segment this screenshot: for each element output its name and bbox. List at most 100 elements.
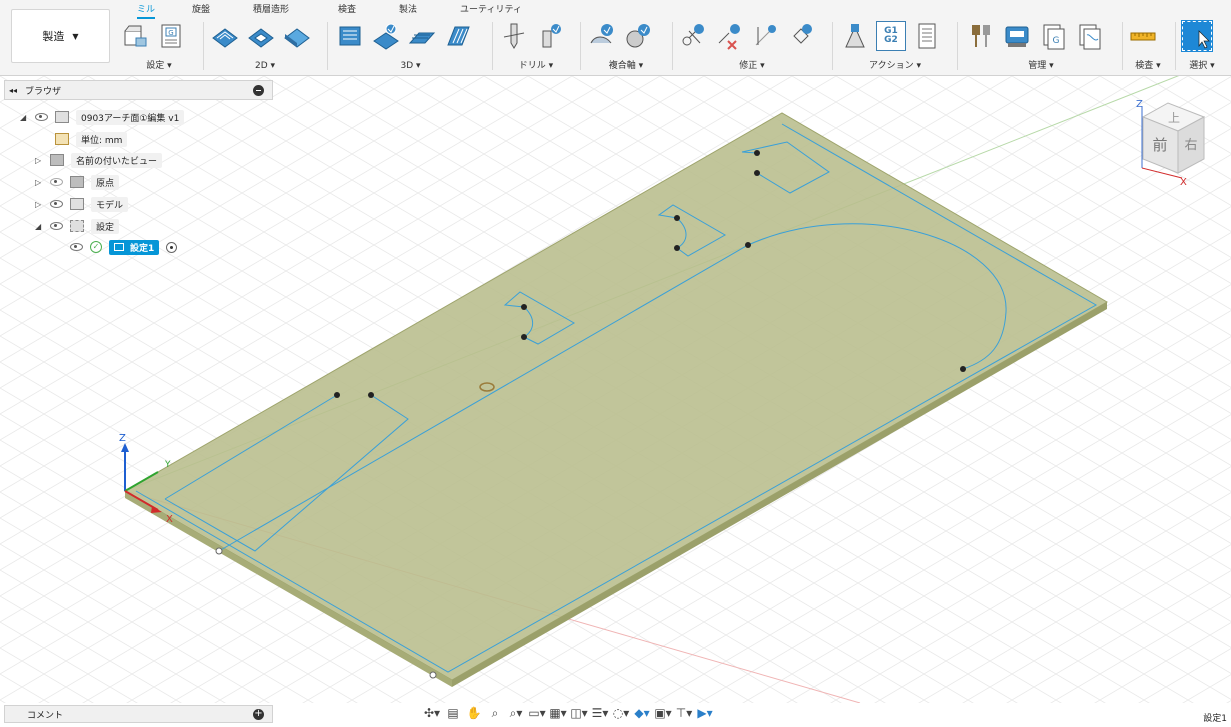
expand-triangle-icon[interactable]: ▷ <box>35 178 43 187</box>
machine-library-icon[interactable] <box>1002 21 1032 51</box>
adaptive-3d-icon[interactable] <box>335 21 365 51</box>
corner-point-2[interactable] <box>429 671 437 679</box>
model-canvas[interactable]: Z Y X 上 前 右 Z X <box>0 76 1231 703</box>
point-7[interactable] <box>745 242 751 248</box>
group-label-2d[interactable]: 2D ▾ <box>208 61 322 71</box>
post-library-icon[interactable]: G <box>1038 21 1068 51</box>
pocket-3d-icon[interactable] <box>371 21 401 51</box>
group-label-inspect[interactable]: 検査 ▾ <box>1126 58 1170 71</box>
group-label-3d[interactable]: 3D ▾ <box>333 61 488 71</box>
post-process-icon[interactable]: G1 G2 <box>876 21 906 51</box>
nc-program-icon[interactable]: G <box>156 21 186 51</box>
point-9[interactable] <box>754 170 760 176</box>
browser-panel-header[interactable]: ◂◂ ブラウザ <box>4 80 273 100</box>
tab-additive[interactable]: 積層造形 <box>253 2 289 15</box>
group-label-setup[interactable]: 設定 ▾ <box>118 58 200 71</box>
corner-point-1[interactable] <box>215 547 223 555</box>
group-label-modify[interactable]: 修正 ▾ <box>676 58 828 71</box>
drill-icon[interactable] <box>499 21 529 51</box>
tab-mill[interactable]: ミル <box>137 2 156 19</box>
swarf-icon[interactable] <box>587 21 617 51</box>
visibility-eye-icon[interactable] <box>50 200 63 208</box>
add-comment-icon[interactable]: + <box>253 709 264 720</box>
multiaxis-contour-icon[interactable] <box>623 21 653 51</box>
expand-triangle-icon[interactable]: ◢ <box>20 113 28 122</box>
visual-style-icon[interactable]: ◆▾ <box>634 705 650 721</box>
orbit-type-icon[interactable]: ◌▾ <box>613 705 630 721</box>
collapse-panel-icon[interactable]: ◂◂ <box>9 86 17 95</box>
point-4[interactable] <box>521 334 527 340</box>
group-multiaxis: 複合軸 ▾ <box>585 18 667 76</box>
look-at-icon[interactable]: ▤ <box>445 705 461 721</box>
tab-turning[interactable]: 旋盤 <box>192 2 210 15</box>
point-5[interactable] <box>674 215 680 221</box>
point-2[interactable] <box>368 392 374 398</box>
point-10[interactable] <box>960 366 966 372</box>
tab-fabrication[interactable]: 製法 <box>399 2 417 15</box>
thread-icon[interactable] <box>535 21 565 51</box>
grid-icon[interactable]: ▦▾ <box>549 705 566 721</box>
steep-shallow-icon[interactable] <box>407 21 437 51</box>
simulate-icon[interactable] <box>840 21 870 51</box>
point-1[interactable] <box>334 392 340 398</box>
tab-inspection[interactable]: 検査 <box>338 2 356 15</box>
visibility-eye-icon[interactable] <box>35 113 48 121</box>
point-6[interactable] <box>674 245 680 251</box>
environment-icon[interactable]: ▣▾ <box>654 705 671 721</box>
group-label-actions[interactable]: アクション ▾ <box>838 58 952 71</box>
active-setup-radio-icon[interactable] <box>166 241 178 253</box>
point-8[interactable] <box>754 150 760 156</box>
group-label-drill[interactable]: ドリル ▾ <box>497 58 575 71</box>
cut-icon[interactable] <box>678 21 708 51</box>
point-3[interactable] <box>521 304 527 310</box>
tab-utilities[interactable]: ユーティリティ <box>460 2 522 15</box>
new-setup-icon[interactable] <box>120 21 150 51</box>
select-icon[interactable] <box>1181 20 1213 52</box>
visibility-eye-icon[interactable] <box>50 222 63 230</box>
expand-triangle-icon[interactable]: ▷ <box>35 156 43 165</box>
comments-panel[interactable]: コメント + <box>4 705 273 723</box>
tree-item-models[interactable]: ▷ モデル <box>35 195 129 213</box>
expand-triangle-icon[interactable]: ◢ <box>35 222 43 231</box>
visibility-eye-icon[interactable] <box>70 243 83 251</box>
section-icon[interactable]: ☰▾ <box>592 705 609 721</box>
workspace-selector[interactable]: 製造 ▼ <box>11 9 110 63</box>
template-library-icon[interactable] <box>1074 21 1104 51</box>
tree-item-setup1[interactable]: ✓ 設定1 <box>70 238 178 256</box>
camera-icon[interactable]: ▶▾ <box>697 705 713 721</box>
component-icon <box>70 198 84 210</box>
setup-sheet-icon[interactable] <box>912 21 942 51</box>
group-setup: G 設定 ▾ <box>118 18 200 76</box>
tree-item-units[interactable]: 単位: mm <box>55 130 128 148</box>
effects-icon[interactable]: ⊤▾ <box>676 705 692 721</box>
group-label-select[interactable]: 選択 ▾ <box>1180 58 1224 71</box>
expand-triangle-icon[interactable]: ▷ <box>35 200 43 209</box>
setup-icon <box>114 242 124 251</box>
group-label-multiaxis[interactable]: 複合軸 ▾ <box>585 58 667 71</box>
orbit-icon[interactable]: ✣▾ <box>424 705 440 721</box>
measure-icon[interactable] <box>1128 21 1158 51</box>
setup1-label: 設定1 <box>130 243 155 254</box>
pan-icon[interactable]: ✋ <box>466 705 482 721</box>
trim-icon[interactable] <box>750 21 780 51</box>
hidden-eye-icon[interactable] <box>50 178 63 186</box>
group-2d: 2D ▾ <box>208 18 322 76</box>
workspace-label: 製造 <box>42 30 65 43</box>
tool-library-icon[interactable] <box>966 21 996 51</box>
zoom-icon[interactable]: ⌕ <box>487 705 503 721</box>
pattern-icon[interactable] <box>786 21 816 51</box>
parallel-3d-icon[interactable] <box>443 21 473 51</box>
tree-item-document[interactable]: ◢ 0903アーチ面①編集 v1 <box>20 108 185 126</box>
group-label-manage[interactable]: 管理 ▾ <box>964 58 1118 71</box>
minimize-icon[interactable] <box>253 85 264 96</box>
face-2d-icon[interactable] <box>282 21 312 51</box>
fit-icon[interactable]: ⌕▾ <box>508 705 524 721</box>
tree-item-origin[interactable]: ▷ 原点 <box>35 173 120 191</box>
display-icon[interactable]: ▭▾ <box>528 705 545 721</box>
pocket-2d-icon[interactable] <box>246 21 276 51</box>
tree-item-setups[interactable]: ◢ 設定 <box>35 217 120 235</box>
adaptive-2d-icon[interactable] <box>210 21 240 51</box>
viewports-icon[interactable]: ◫▾ <box>570 705 587 721</box>
tree-item-named-views[interactable]: ▷ 名前の付いたビュー <box>35 151 163 169</box>
delete-toolpath-icon[interactable] <box>714 21 744 51</box>
